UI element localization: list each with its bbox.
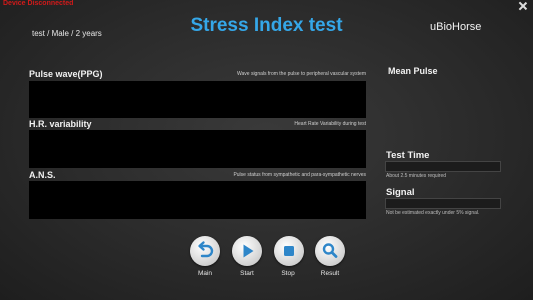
pulse-wave-graph — [29, 81, 366, 118]
ans-label: A.N.S. — [29, 170, 56, 180]
close-icon[interactable] — [517, 0, 529, 12]
test-time-note: About 2.5 minutes required — [386, 173, 447, 179]
result-button[interactable] — [315, 236, 345, 266]
result-button-label: Result — [320, 270, 340, 277]
main-button[interactable] — [190, 236, 220, 266]
signal-label: Signal — [386, 187, 415, 198]
start-button[interactable] — [232, 236, 262, 266]
signal-progress — [385, 198, 501, 209]
back-arrow-icon — [198, 241, 214, 258]
mean-pulse-label: Mean Pulse — [388, 66, 438, 76]
test-time-progress — [385, 161, 501, 172]
pulse-wave-label: Pulse wave(PPG) — [29, 69, 103, 79]
stop-icon — [284, 246, 294, 256]
start-button-label: Start — [240, 270, 254, 277]
test-time-label: Test Time — [386, 150, 430, 161]
hrv-description: Heart Rate Variability during test — [294, 121, 366, 127]
hrv-label: H.R. variability — [29, 119, 92, 129]
device-status: Device Disconnected — [3, 0, 74, 7]
main-button-label: Main — [197, 270, 213, 277]
hrv-graph — [29, 130, 366, 168]
ans-graph — [29, 181, 366, 219]
ans-description: Pulse status from sympathetic and para-s… — [233, 172, 366, 178]
magnifier-icon — [322, 243, 338, 258]
play-icon — [243, 244, 254, 258]
stop-button[interactable] — [274, 236, 304, 266]
pulse-wave-description: Wave signals from the pulse to periphera… — [236, 71, 366, 77]
signal-note: Not be estimated exactly under 5% signal… — [386, 210, 480, 216]
stop-button-label: Stop — [281, 270, 295, 277]
brand-logo: uBioHorse — [430, 21, 482, 33]
